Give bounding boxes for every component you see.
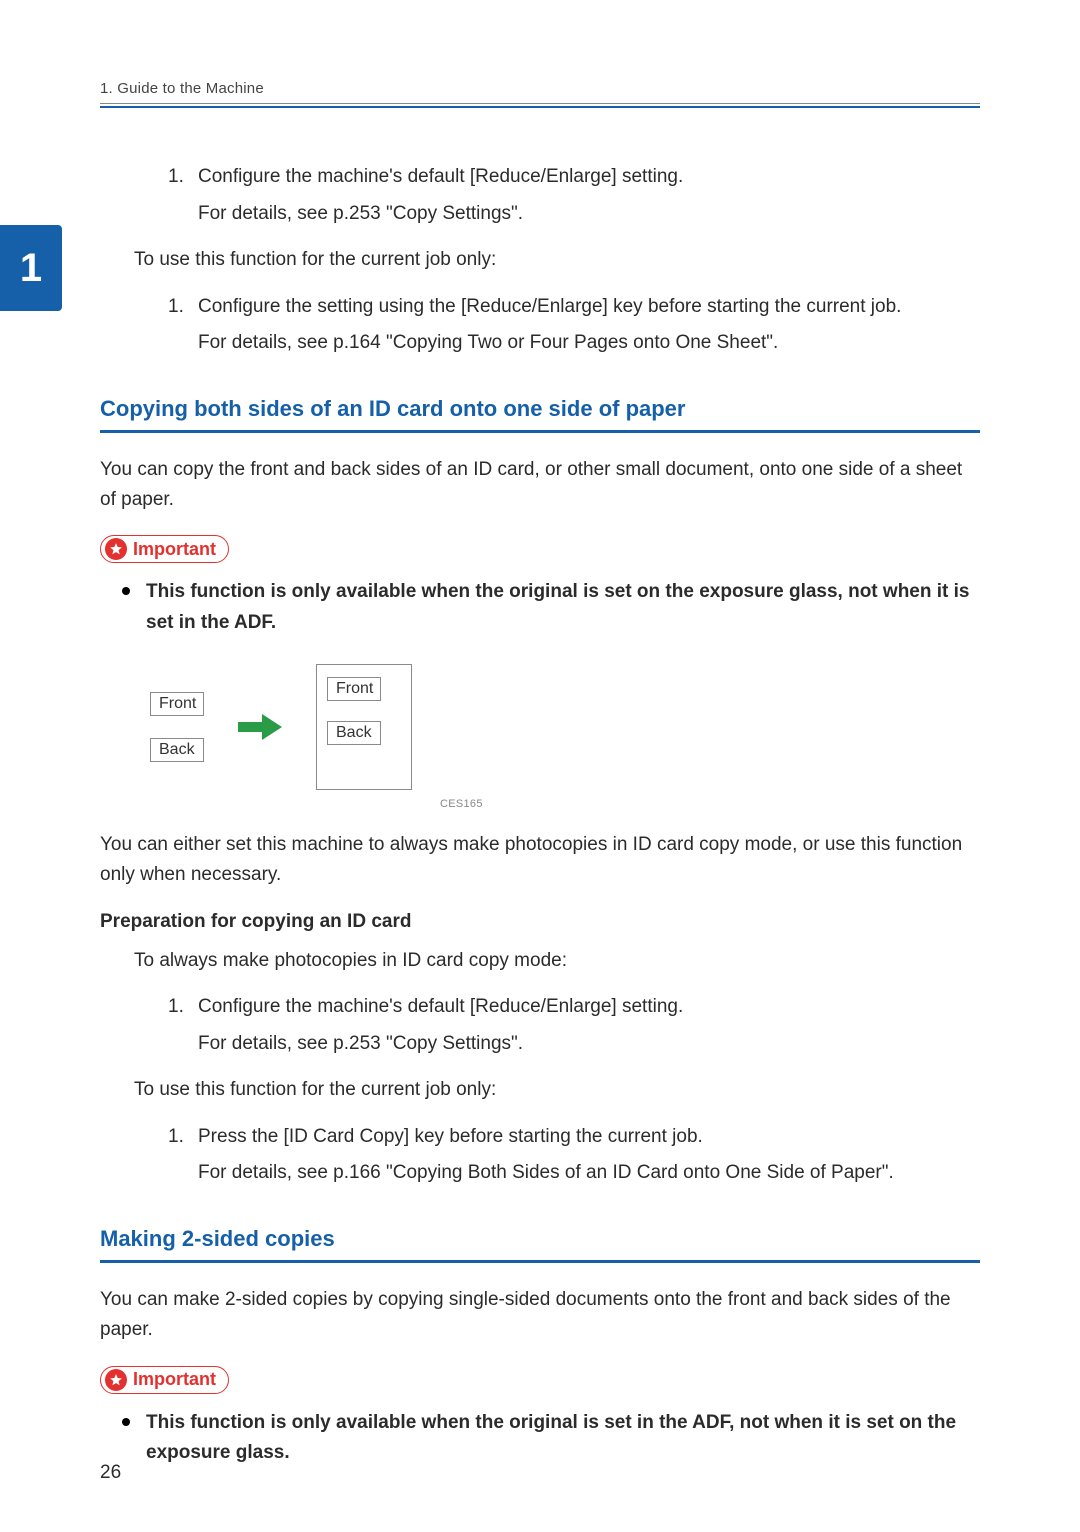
section-rule [100,430,980,433]
content: 1.Configure the machine's default [Reduc… [100,108,980,1468]
card-back: Back [327,721,381,745]
page: 1. Guide to the Machine 1 1.Configure th… [0,0,1080,1532]
bullet-icon [122,587,130,595]
paragraph: You can make 2-sided copies by copying s… [100,1285,980,1346]
list-detail: For details, see p.164 "Copying Two or F… [198,329,980,358]
bullet-text: This function is only available when the… [146,1408,980,1469]
arrow-right-icon [238,714,282,740]
page-number: 26 [100,1462,121,1484]
important-badge: Important [100,535,229,563]
list-number: 1. [168,163,198,192]
list-text: Press the [ID Card Copy] key before star… [198,1126,703,1147]
card-front: Front [150,692,204,716]
star-icon [105,1369,127,1391]
list-detail: For details, see p.253 "Copy Settings". [198,200,980,229]
bullet-icon [122,1418,130,1426]
important-label: Important [133,539,216,560]
important-label: Important [133,1369,216,1390]
list-text: Configure the machine's default [Reduce/… [198,166,683,187]
paragraph: You can copy the front and back sides of… [100,455,980,516]
list-number: 1. [168,293,198,322]
figure-source: Front Back [150,692,204,762]
subheading-preparation: Preparation for copying an ID card [100,911,980,933]
card-back: Back [150,738,204,762]
important-bullet: This function is only available when the… [122,1408,980,1469]
paragraph: To use this function for the current job… [134,1076,980,1105]
list-item: 1.Configure the machine's default [Reduc… [168,163,980,192]
card-front: Front [327,677,381,701]
list-text: Configure the machine's default [Reduce/… [198,996,683,1017]
running-head: 1. Guide to the Machine [100,80,980,97]
chapter-tab: 1 [0,225,62,311]
list-text: Configure the setting using the [Reduce/… [198,296,901,317]
important-bullet: This function is only available when the… [122,577,980,638]
paragraph: You can either set this machine to alway… [100,830,980,891]
list-detail: For details, see p.166 "Copying Both Sid… [198,1159,980,1188]
list-number: 1. [168,1123,198,1152]
list-item: 1.Configure the setting using the [Reduc… [168,293,980,322]
list-detail: For details, see p.253 "Copy Settings". [198,1030,980,1059]
paragraph: To always make photocopies in ID card co… [134,947,980,976]
header-rule-thin [100,103,980,104]
list-item: 1.Press the [ID Card Copy] key before st… [168,1123,980,1152]
section-rule [100,1260,980,1263]
paragraph: To use this function for the current job… [134,246,980,275]
id-card-figure: Front Back Front Back [150,664,980,790]
figure-code: CES165 [440,798,980,810]
section-heading-2sided: Making 2-sided copies [100,1226,980,1252]
star-icon [105,538,127,560]
bullet-text: This function is only available when the… [146,577,980,638]
section-heading-id-card: Copying both sides of an ID card onto on… [100,396,980,422]
important-badge: Important [100,1366,229,1394]
figure-output-sheet: Front Back [316,664,412,790]
chapter-number: 1 [20,246,42,291]
list-item: 1.Configure the machine's default [Reduc… [168,993,980,1022]
list-number: 1. [168,993,198,1022]
